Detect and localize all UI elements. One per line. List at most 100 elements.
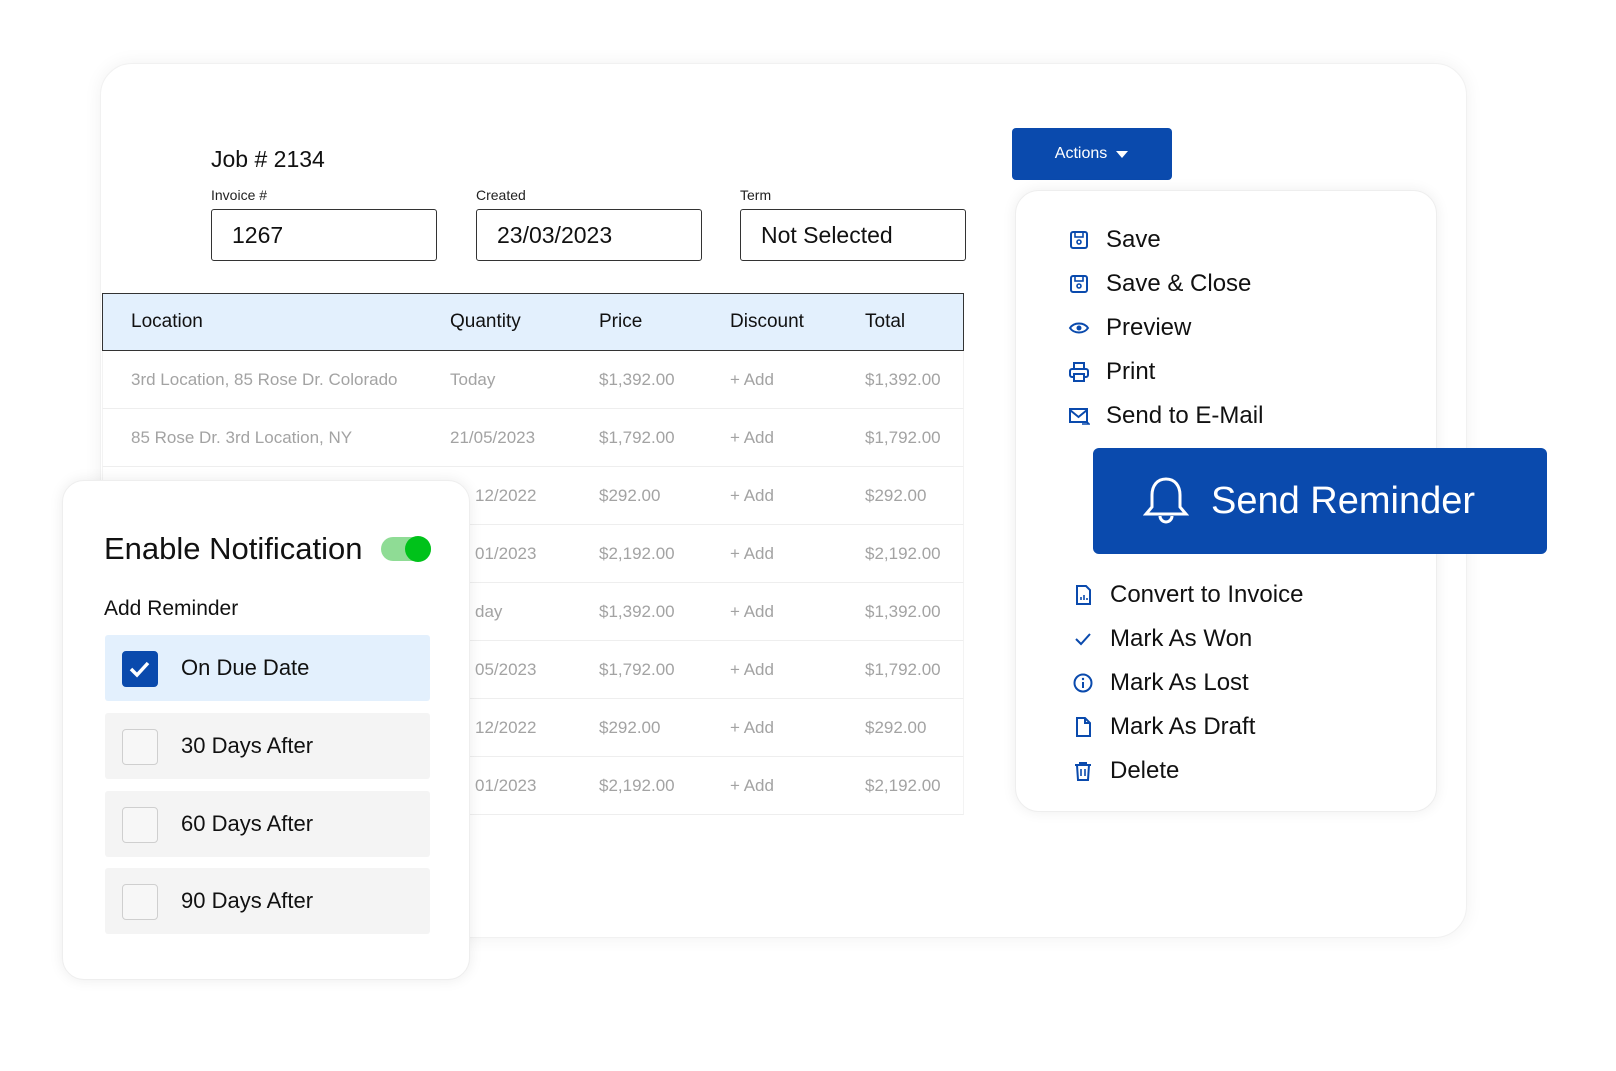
bell-icon: [1143, 477, 1189, 524]
caret-down-icon: [1116, 150, 1129, 158]
cell-price: $2,192.00: [599, 775, 675, 795]
table-row[interactable]: 85 Rose Dr. 3rd Location, NY 21/05/2023 $1…: [102, 409, 964, 467]
invoice-input[interactable]: 1267: [211, 209, 437, 261]
cell-price: $1,392.00: [599, 369, 675, 389]
cell-price: $292.00: [599, 485, 661, 505]
header-discount: Discount: [730, 311, 804, 332]
menu-item-label: Send to E-Mail: [1106, 402, 1264, 429]
cell-discount[interactable]: + Add: [730, 370, 774, 390]
header-total: Total: [865, 311, 906, 332]
cell-total: $1,392.00: [865, 369, 941, 389]
table-header: Location Quantity Price Discount Total: [102, 293, 964, 351]
menu-item-mark-as-draft[interactable]: Mark As Draft: [1072, 713, 1255, 741]
menu-item-label: Delete: [1110, 757, 1180, 784]
menu-item-preview[interactable]: Preview: [1068, 314, 1191, 342]
reminder-option[interactable]: 30 Days After: [105, 713, 430, 779]
cell-location: 85 Rose Dr. 3rd Location, NY: [131, 427, 353, 447]
cell-total: $1,792.00: [865, 659, 941, 679]
cell-discount[interactable]: + Add: [730, 602, 774, 622]
menu-item-label: Convert to Invoice: [1110, 581, 1304, 608]
cell-total: $1,392.00: [865, 601, 941, 621]
cell-quantity: 05/2023: [475, 659, 537, 679]
header-location: Location: [131, 311, 203, 332]
actions-label: Actions: [1054, 145, 1108, 162]
menu-item-save[interactable]: Save: [1068, 226, 1161, 254]
cell-total: $2,192.00: [865, 775, 941, 795]
menu-item-label: Save: [1106, 226, 1161, 253]
cell-quantity: 12/2022: [475, 485, 537, 505]
cell-price: $1,792.00: [599, 659, 675, 679]
created-label: Created: [476, 187, 526, 203]
term-label: Term: [740, 187, 772, 203]
send-reminder-label: Send Reminder: [1211, 479, 1476, 522]
check-icon: [129, 661, 150, 678]
cell-total: $292.00: [865, 485, 927, 505]
job-title: Job # 2134: [211, 146, 325, 172]
reminder-option[interactable]: On Due Date: [105, 635, 430, 701]
eye-icon: [1068, 322, 1090, 334]
cell-total: $1,792.00: [865, 427, 941, 447]
menu-item-label: Preview: [1106, 314, 1192, 341]
cell-total: $2,192.00: [865, 543, 941, 563]
cell-quantity: 01/2023: [475, 543, 537, 563]
cell-price: $1,792.00: [599, 427, 675, 447]
toggle-knob: [405, 536, 431, 562]
menu-item-convert-to-invoice[interactable]: Convert to Invoice: [1072, 581, 1303, 609]
reminder-option-label: 90 Days After: [181, 888, 314, 913]
created-input[interactable]: 23/03/2023: [476, 209, 702, 261]
file-icon: [1076, 717, 1091, 737]
reminder-option-label: 30 Days After: [181, 733, 314, 758]
header-price: Price: [599, 311, 643, 332]
menu-item-mark-as-won[interactable]: Mark As Won: [1072, 625, 1252, 653]
actions-button[interactable]: Actions: [1012, 128, 1172, 180]
table-row[interactable]: 3rd Location, 85 Rose Dr. Colorado Today $…: [102, 351, 964, 409]
check-icon: [1075, 633, 1091, 646]
cell-discount[interactable]: + Add: [730, 486, 774, 506]
mail-send-icon: [1069, 408, 1090, 425]
cell-discount[interactable]: + Add: [730, 428, 774, 448]
cell-price: $292.00: [599, 717, 661, 737]
term-select[interactable]: Not Selected: [740, 209, 966, 261]
cell-total: $292.00: [865, 717, 927, 737]
checkbox[interactable]: [122, 884, 158, 920]
notification-panel: Enable Notification Add Reminder On Due …: [62, 480, 470, 980]
checkbox[interactable]: [122, 729, 158, 765]
notification-toggle[interactable]: [381, 536, 431, 562]
cell-price: $1,392.00: [599, 601, 675, 621]
cell-quantity: 01/2023: [475, 775, 537, 795]
reminder-option-label: 60 Days After: [181, 811, 314, 836]
info-icon: [1073, 673, 1093, 693]
checkbox[interactable]: [122, 807, 158, 843]
cell-location: 3rd Location, 85 Rose Dr. Colorado: [131, 369, 398, 389]
menu-item-print[interactable]: Print: [1068, 358, 1155, 386]
menu-item-label: Print: [1106, 358, 1156, 385]
cell-quantity: 12/2022: [475, 717, 537, 737]
trash-icon: [1075, 762, 1091, 781]
cell-discount[interactable]: + Add: [730, 544, 774, 564]
printer-icon: [1069, 362, 1089, 382]
cell-discount[interactable]: + Add: [730, 660, 774, 680]
save-icon: [1070, 231, 1088, 249]
menu-item-delete[interactable]: Delete: [1072, 757, 1179, 785]
header-quantity: Quantity: [450, 311, 521, 332]
cell-discount[interactable]: + Add: [730, 776, 774, 796]
menu-item-save-close[interactable]: Save & Close: [1068, 270, 1251, 298]
menu-item-label: Mark As Lost: [1110, 669, 1249, 696]
notification-title: Enable Notification: [104, 531, 363, 566]
cell-discount[interactable]: + Add: [730, 718, 774, 738]
cell-quantity: Today: [450, 369, 496, 389]
menu-item-label: Mark As Won: [1110, 625, 1253, 652]
save-icon: [1070, 275, 1088, 293]
menu-item-label: Save & Close: [1106, 270, 1252, 297]
cell-quantity: day: [475, 601, 503, 621]
checkbox[interactable]: [122, 651, 158, 687]
cell-quantity: 21/05/2023: [450, 427, 536, 447]
send-reminder-button[interactable]: Send Reminder: [1093, 448, 1547, 554]
menu-item-send-to-e-mail[interactable]: Send to E-Mail: [1068, 402, 1263, 430]
invoice-label: Invoice #: [211, 187, 268, 203]
reminder-option[interactable]: 60 Days After: [105, 791, 430, 857]
menu-item-mark-as-lost[interactable]: Mark As Lost: [1072, 669, 1249, 697]
cell-price: $2,192.00: [599, 543, 675, 563]
add-reminder-label: Add Reminder: [104, 597, 239, 620]
reminder-option[interactable]: 90 Days After: [105, 868, 430, 934]
